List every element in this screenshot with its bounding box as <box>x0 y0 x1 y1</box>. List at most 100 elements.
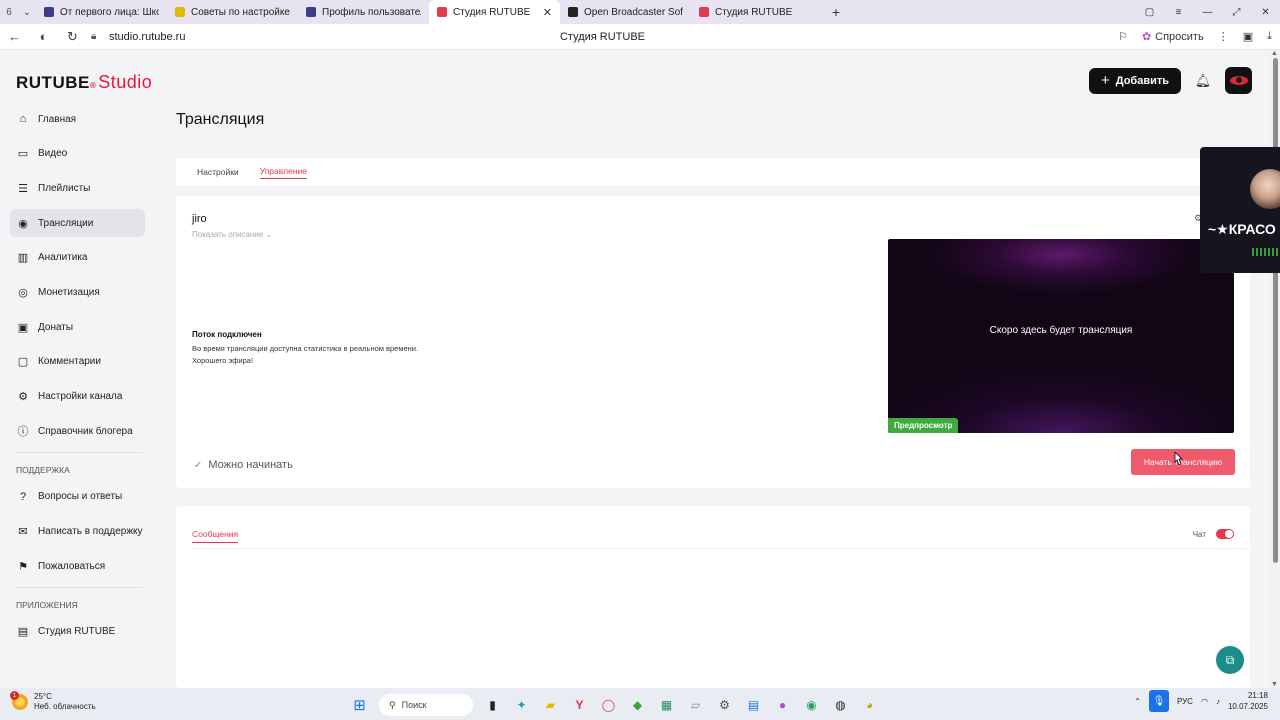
new-tab-button[interactable]: + <box>826 2 846 22</box>
stream-preview: Скоро здесь будет трансляция Предпросмот… <box>888 239 1234 433</box>
avatar[interactable] <box>1225 67 1252 94</box>
sidebar-item-settings[interactable]: ⚙ Настройки канала <box>10 383 145 411</box>
url-field[interactable]: studio.rutube.ru <box>109 31 185 43</box>
chat-toggle[interactable] <box>1216 529 1234 539</box>
weather-widget[interactable]: 1 25°C Неб. облачность <box>10 691 96 712</box>
tab-messages[interactable]: Сообщения <box>192 529 239 543</box>
browser-page-title: Студия RUTUBE <box>559 30 646 43</box>
tab-list-chevron-icon[interactable]: ⌄ <box>18 0 36 24</box>
broadcast-icon: ◉ <box>18 217 28 230</box>
chat-label: Чат <box>1192 529 1206 539</box>
sidebar-item-comments[interactable]: ▢ Комментарии <box>10 348 145 376</box>
menu-icon[interactable]: ≡ <box>1164 0 1193 24</box>
sidebar-item-video[interactable]: ▭ Видео <box>10 140 145 168</box>
video-icon: ▭ <box>17 148 29 161</box>
browser-tab-5[interactable]: Студия RUTUBE <box>691 0 822 24</box>
sidebar-item-label: Написать в поддержку <box>38 526 143 538</box>
start-broadcast-button[interactable]: Начать трансляцию <box>1131 449 1235 475</box>
sidebar-item-label: Плейлисты <box>38 182 91 194</box>
sidebar-item-label: Студия RUTUBE <box>38 626 116 638</box>
yandex-browser-icon[interactable]: Y <box>570 696 589 715</box>
page-scrollbar[interactable]: ▲ ▼ <box>1270 50 1280 688</box>
scroll-up-icon[interactable]: ▲ <box>1271 50 1278 57</box>
file-explorer-icon[interactable]: ▰ <box>541 696 560 715</box>
sidebar-item-faq[interactable]: ? Вопросы и ответы <box>10 483 145 511</box>
close-window-icon[interactable]: ✕ <box>1251 0 1280 24</box>
tab-title: Студия RUTUBE <box>453 6 531 18</box>
restore-icon[interactable]: ⤢ <box>1222 0 1251 24</box>
tab-settings[interactable]: Настройки <box>197 167 239 177</box>
obs-app-icon[interactable]: ◍ <box>831 696 850 715</box>
clock[interactable]: 21:18 10.07.2025 <box>1228 690 1268 712</box>
more-icon[interactable]: ⋮ <box>1218 30 1229 43</box>
windows-taskbar: 1 25°C Неб. облачность ⊞ ⚲ Поиск ▮ ✦ ▰ Y … <box>0 688 1280 720</box>
webcam-face <box>1250 169 1280 209</box>
sidebar-item-donations[interactable]: ▣ Донаты <box>10 313 145 341</box>
show-description-link[interactable]: Показать описание ⌄ <box>192 230 272 239</box>
sidebar-item-mail[interactable]: ✉ Написать в поддержку <box>10 518 145 546</box>
sidebar-item-label: Пожаловаться <box>38 560 106 572</box>
notifications-bell-icon[interactable]: 🔔︎ <box>1191 69 1215 93</box>
scroll-down-icon[interactable]: ▼ <box>1271 681 1278 688</box>
back-icon[interactable]: ← <box>0 29 29 44</box>
discord-like-icon[interactable]: ● <box>773 696 792 715</box>
taskbar-search[interactable]: ⚲ Поиск <box>379 694 473 716</box>
sidebar-item-broadcast[interactable]: ◉ Трансляции <box>10 209 145 238</box>
whatsapp-icon[interactable]: ◉ <box>802 696 821 715</box>
store-app-icon[interactable]: ▤ <box>744 696 763 715</box>
preview-badge: Предпросмотр <box>888 418 959 433</box>
tray-chevron-icon[interactable]: ⌃ <box>1134 697 1141 706</box>
support-chat-icon[interactable]: ⧉ <box>1216 646 1244 674</box>
sidepanel-icon[interactable]: ▣ <box>1243 30 1253 43</box>
volume-icon[interactable]: ♪ <box>1216 697 1220 706</box>
copilot-icon[interactable]: ✦ <box>512 696 531 715</box>
browser-tab-2[interactable]: Профиль пользователя с <box>298 0 429 24</box>
minimize-icon[interactable]: — <box>1193 0 1222 24</box>
sidebar-item-analytics[interactable]: ▥ Аналитика <box>10 244 145 272</box>
close-tab-icon[interactable]: ✕ <box>543 6 552 19</box>
sidebar-item-label: Монетизация <box>38 286 100 298</box>
task-view-icon[interactable]: ▮ <box>483 696 502 715</box>
settings-app-icon[interactable]: ⚙ <box>715 696 734 715</box>
windows-start-icon[interactable]: ⊞ <box>350 696 369 715</box>
disk-app-icon[interactable]: ▱ <box>686 696 705 715</box>
faq-icon: ? <box>19 490 27 503</box>
donations-icon: ▣ <box>17 321 29 334</box>
browser-tab-1[interactable]: Советы по настройке для <box>167 0 298 24</box>
add-button[interactable]: + Добавить <box>1088 67 1181 94</box>
tab-title: Советы по настройке для <box>191 6 290 18</box>
sidebar-item-monetization[interactable]: ◎ Монетизация <box>10 278 145 306</box>
microphone-icon[interactable]: 🎙︎ <box>1148 690 1169 712</box>
browser-tab-0[interactable]: От первого лица: Школа <box>36 0 167 24</box>
opera-icon[interactable]: ◯ <box>599 696 618 715</box>
wifi-icon[interactable]: ◠ <box>1201 697 1208 706</box>
bookmarks-icon[interactable]: ▢ <box>1135 0 1164 24</box>
sidebar-item-home[interactable]: ⌂ Главная <box>10 105 145 133</box>
scrollbar-thumb[interactable] <box>1273 58 1278 563</box>
browser-tab-3[interactable]: Студия RUTUBE ✕ <box>429 0 560 24</box>
sidebar-item-flag[interactable]: ⚑ Пожаловаться <box>10 552 145 580</box>
stack-app-icon[interactable]: ◆ <box>628 696 647 715</box>
ask-icon: ✿ <box>1141 31 1152 43</box>
protect-icon[interactable]: ◐ <box>29 29 58 44</box>
obs-overlay-window[interactable]: ~★КРАСО <box>1200 147 1280 273</box>
bookmark-icon[interactable]: ⚐ <box>1118 30 1128 43</box>
weather-badge: 1 <box>10 691 19 700</box>
rutube-studio-logo[interactable]: RUTUBE ® Studio <box>16 72 152 93</box>
sidebar-item-help[interactable]: ⓘ Справочник блогера <box>10 417 145 445</box>
lock-icon[interactable]: 🔒︎ <box>91 31 105 42</box>
reload-icon[interactable]: ↻ <box>58 29 87 45</box>
search-icon: ⚲ <box>389 699 396 710</box>
stream-name: jiro <box>192 213 207 225</box>
ask-button[interactable]: ✿ Спросить <box>1141 30 1204 44</box>
chevron-down-icon: ⌄ <box>265 230 273 239</box>
language-indicator[interactable]: РУС <box>1177 697 1193 706</box>
yellow-app-icon[interactable]: ◕ <box>860 696 879 715</box>
sidebar-item-playlist[interactable]: ☰ Плейлисты <box>10 174 145 202</box>
tab-management[interactable]: Управление <box>259 166 307 179</box>
chip-app-icon[interactable]: ▦ <box>657 696 676 715</box>
download-icon[interactable]: ⤓ <box>1267 30 1272 43</box>
tab-count[interactable]: 6 <box>0 0 18 24</box>
browser-tab-4[interactable]: Open Broadcaster Softwa <box>560 0 691 24</box>
sidebar-item-studio-app[interactable]: ▤ Студия RUTUBE <box>10 618 145 646</box>
